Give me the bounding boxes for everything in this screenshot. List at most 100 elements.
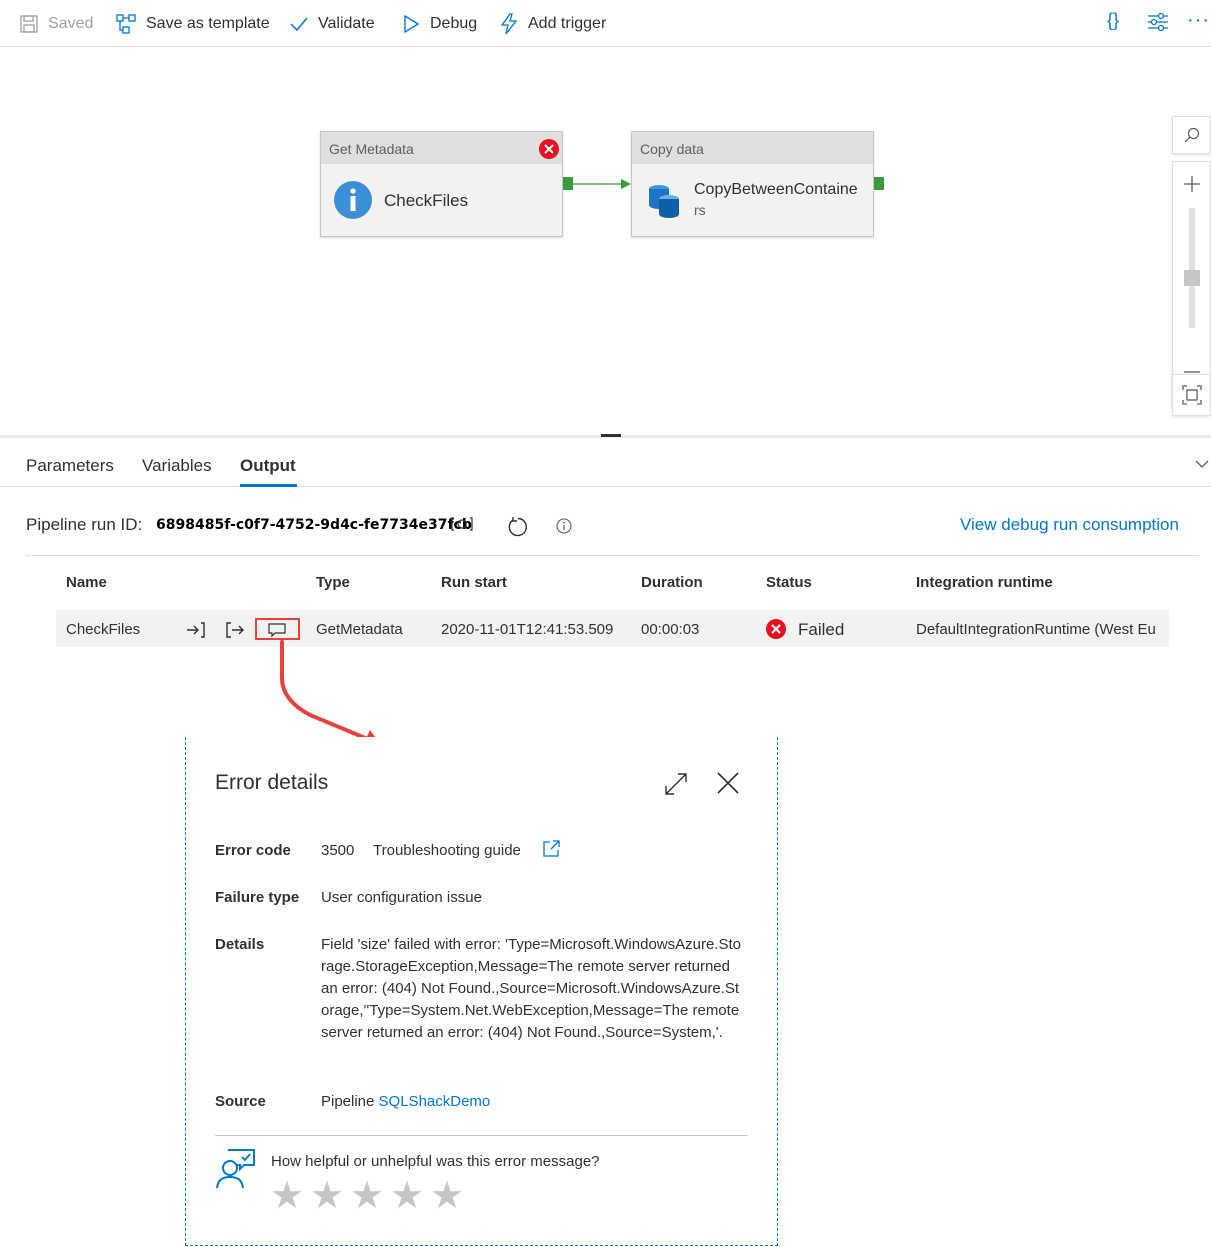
code-icon: {} — [1107, 10, 1120, 30]
row-type: GetMetadata — [316, 621, 403, 638]
activity-name: CheckFiles — [384, 190, 469, 210]
feedback-icon — [216, 1149, 255, 1189]
star-1-icon[interactable]: ★ — [270, 1176, 310, 1216]
annotation-arrow — [280, 640, 382, 747]
plus-icon — [1183, 176, 1200, 192]
source-value: Pipeline SQLShackDemo — [321, 1093, 490, 1110]
failure-type-value: User configuration issue — [321, 889, 482, 906]
checkmark-icon — [290, 17, 308, 31]
error-status-icon — [539, 139, 559, 159]
info-outline-icon[interactable] — [556, 518, 572, 534]
view-debug-run-consumption-link[interactable]: View debug run consumption — [960, 515, 1179, 535]
more-icon: ··· — [1187, 9, 1210, 31]
column-header-name[interactable]: Name — [66, 574, 107, 591]
row-status: Failed — [798, 620, 845, 639]
input-icon[interactable] — [186, 620, 206, 640]
add-trigger-button[interactable]: Add trigger — [499, 0, 606, 47]
troubleshooting-guide-link[interactable]: Troubleshooting guide — [373, 842, 521, 859]
bottom-tabs: Parameters Variables Output — [0, 441, 1211, 487]
star-4-icon[interactable]: ★ — [390, 1176, 430, 1216]
tab-output[interactable]: Output — [240, 456, 296, 476]
splitter-handle[interactable] — [601, 434, 621, 437]
row-run-start: 2020-11-01T12:41:53.509 — [441, 621, 614, 638]
expand-icon[interactable] — [664, 772, 688, 796]
rating-stars: ★ ★ ★ ★ ★ — [270, 1176, 470, 1216]
output-icon[interactable] — [225, 620, 245, 640]
fit-to-screen-button[interactable] — [1172, 374, 1211, 416]
column-header-run-start[interactable]: Run start — [441, 574, 507, 591]
debug-button[interactable]: Debug — [401, 0, 477, 47]
properties-button[interactable] — [1147, 12, 1169, 37]
template-icon — [116, 13, 136, 34]
sliders-icon — [1148, 12, 1168, 32]
star-2-icon[interactable]: ★ — [310, 1176, 350, 1216]
zoom-control — [1172, 161, 1211, 407]
activity-name-line2: rs — [694, 202, 706, 218]
row-name: CheckFiles — [66, 621, 141, 638]
saved-button[interactable]: Saved — [19, 0, 93, 47]
code-view-button[interactable]: {} — [1107, 10, 1119, 31]
success-port[interactable] — [563, 177, 573, 190]
tab-variables[interactable]: Variables — [142, 456, 212, 476]
debug-label: Debug — [430, 14, 478, 32]
validate-label: Validate — [318, 14, 375, 32]
source-prefix: Pipeline — [321, 1093, 375, 1110]
source-pipeline-link[interactable]: SQLShackDemo — [379, 1093, 491, 1110]
row-integration-runtime: DefaultIntegrationRuntime (West Eu — [916, 621, 1156, 638]
success-port[interactable] — [874, 177, 884, 190]
star-3-icon[interactable]: ★ — [350, 1176, 390, 1216]
save-as-template-button[interactable]: Save as template — [115, 0, 270, 47]
save-as-template-label: Save as template — [146, 14, 270, 32]
row-duration: 00:00:03 — [641, 621, 700, 638]
activity-copy-data[interactable]: Copy data CopyBetweenContaine rs — [631, 131, 874, 237]
close-icon[interactable] — [717, 772, 739, 794]
error-code-label: Error code — [215, 842, 291, 859]
activity-type-label: Get Metadata — [321, 132, 562, 164]
search-canvas-button[interactable] — [1172, 116, 1211, 154]
saved-label: Saved — [48, 14, 94, 32]
toolbar: Saved Save as template Validate Debug Ad… — [0, 0, 1211, 47]
star-5-icon[interactable]: ★ — [430, 1176, 470, 1216]
zoom-slider[interactable] — [1183, 208, 1200, 328]
details-label: Details — [215, 936, 265, 953]
copy-data-icon — [649, 185, 679, 218]
connector-arrow — [573, 179, 631, 189]
active-tab-indicator — [240, 484, 297, 487]
zoom-slider-thumb[interactable] — [1183, 270, 1200, 286]
save-icon — [20, 14, 38, 33]
refresh-icon[interactable] — [507, 516, 529, 538]
pipeline-run-id-label: Pipeline run ID: — [26, 515, 143, 534]
details-value: Field 'size' failed with error: 'Type=Mi… — [321, 936, 741, 1041]
feedback-question: How helpful or unhelpful was this error … — [271, 1153, 600, 1170]
failure-type-label: Failure type — [215, 889, 300, 906]
column-header-integration-runtime[interactable]: Integration runtime — [916, 574, 1053, 591]
add-trigger-label: Add trigger — [528, 14, 607, 32]
collapse-panel-icon[interactable] — [1195, 459, 1209, 469]
column-header-status[interactable]: Status — [766, 574, 812, 591]
lightning-icon — [500, 12, 518, 34]
external-link-icon[interactable] — [542, 840, 560, 858]
activity-name-line1: CopyBetweenContaine — [694, 181, 858, 198]
more-options-button[interactable]: ··· — [1187, 9, 1210, 32]
pipeline-run-id: 6898485f-c0f7-4752-9d4c-fe7734e37fcb — [156, 517, 472, 533]
play-icon — [404, 14, 420, 33]
activity-get-metadata[interactable]: Get Metadata CheckFiles — [320, 131, 563, 237]
copy-icon[interactable] — [451, 517, 473, 531]
zoom-in-button[interactable] — [1183, 162, 1201, 206]
error-details-icon[interactable] — [267, 620, 287, 640]
tab-parameters[interactable]: Parameters — [26, 456, 114, 476]
fit-screen-icon — [1181, 385, 1202, 405]
error-details-title: Error details — [215, 771, 329, 794]
info-icon — [334, 181, 372, 219]
search-icon — [1184, 127, 1199, 143]
error-code-value: 3500 — [321, 842, 355, 859]
column-header-duration[interactable]: Duration — [641, 574, 703, 591]
validate-button[interactable]: Validate — [289, 0, 375, 47]
pipeline-canvas[interactable]: Get Metadata CheckFiles Copy data CopyBe… — [0, 48, 1211, 435]
divider — [26, 555, 1199, 556]
failed-icon — [766, 619, 786, 639]
column-header-type[interactable]: Type — [316, 574, 350, 591]
source-label: Source — [215, 1093, 266, 1110]
divider — [215, 1135, 748, 1136]
activity-type-label: Copy data — [632, 132, 873, 164]
